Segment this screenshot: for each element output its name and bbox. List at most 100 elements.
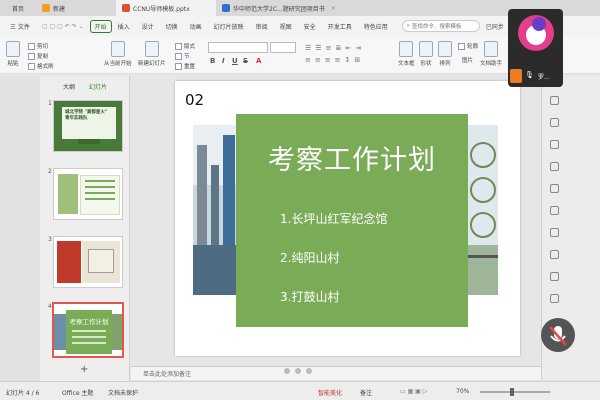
sync-status[interactable]: 已同步 [486, 22, 504, 31]
outline-label: 轮廓 [467, 44, 479, 50]
slide-nav-dots[interactable] [284, 368, 312, 374]
paste-button[interactable]: 粘贴 [6, 41, 20, 67]
menu-item-view[interactable]: 视图 [274, 22, 298, 31]
add-slide-button[interactable]: + [80, 364, 88, 375]
arrange-icon [438, 41, 452, 57]
underline-button[interactable]: U [232, 57, 238, 65]
image-panel-icon[interactable] [550, 206, 559, 215]
tab-doc[interactable]: 华中师范大学2C...题研究团项目书 × [216, 0, 376, 16]
font-size-select[interactable] [270, 42, 296, 53]
copy-label: 复制 [37, 54, 49, 60]
smart-beautify-button[interactable]: 智能美化 [318, 388, 342, 397]
font-family-select[interactable] [208, 42, 268, 53]
toolbar-icons[interactable]: ▢ ▢ ▢ ↶ ↷ ⌄ [36, 23, 90, 30]
cut-button[interactable]: 剪切 [28, 42, 48, 50]
nav-dot[interactable] [306, 368, 312, 374]
copy-button[interactable]: 复制 [28, 52, 48, 60]
section-button[interactable]: 节 [175, 52, 190, 60]
shape-button[interactable]: 形状 [419, 41, 433, 67]
doc-assistant-button[interactable]: 文档助手 [480, 41, 502, 67]
panel-tabs: 大纲 幻灯片 [40, 82, 130, 91]
close-icon[interactable]: × [331, 5, 336, 12]
thumb4-title: 考察工作计划 [69, 318, 109, 326]
slide-thumbnail-3[interactable] [53, 236, 123, 288]
play-icon [110, 41, 125, 57]
shape-panel-icon[interactable] [550, 184, 559, 193]
reset-label: 重置 [184, 64, 196, 70]
new-slide-button[interactable]: 新建幻灯片 [138, 41, 166, 67]
doc-protect-status[interactable]: 文档未保护 [108, 388, 138, 397]
menu-item-transition[interactable]: 切换 [160, 22, 184, 31]
paragraph-tools[interactable]: ☰ ☰ ≡ ≣ ⇤ ⇥ ≡ ≡ ≡ ≡ ↕ ⊞ [305, 44, 395, 68]
zoom-level[interactable]: 70% [456, 388, 469, 395]
muted-mic-button[interactable] [541, 318, 575, 352]
video-call-window[interactable]: 🎙 罗... [508, 9, 563, 87]
menu-item-animation[interactable]: 动画 [184, 22, 208, 31]
menu-item-security[interactable]: 安全 [298, 22, 322, 31]
participant-name: 罗... [538, 74, 550, 81]
menu-item-developer[interactable]: 开发工具 [322, 22, 358, 31]
copy-icon [28, 52, 35, 60]
menu-item-slideshow[interactable]: 幻灯片放映 [208, 22, 250, 31]
slide-title[interactable]: 考察工作计划 [236, 138, 468, 177]
nav-dot[interactable] [295, 368, 301, 374]
help-icon[interactable] [550, 294, 559, 303]
slide-thumbnail-2[interactable] [53, 168, 123, 220]
outline-button[interactable]: 轮廓 [458, 42, 478, 50]
bold-button[interactable]: B [210, 57, 215, 65]
mic-icon[interactable]: 🎙 [525, 71, 534, 79]
menu-item-review[interactable]: 审阅 [250, 22, 274, 31]
view-mode-icons[interactable]: ▭ ▦ ▣ ▷ [400, 388, 427, 395]
notes-toggle[interactable]: 备注 [360, 388, 372, 397]
menu-item-insert[interactable]: 插入 [112, 22, 136, 31]
thumb-number: 2 [48, 168, 52, 175]
nav-dot[interactable] [284, 368, 290, 374]
shape-label: 形状 [420, 61, 432, 67]
animation-icon[interactable] [550, 140, 559, 149]
plan-item-2[interactable]: 2.纯阳山村 [280, 249, 339, 266]
slide-thumbnail-1[interactable]: 城北学院 "高都星火" 青年实践队 [53, 100, 123, 152]
slide-thumbnail-4[interactable]: 考察工作计划 [52, 302, 124, 358]
plan-item-3[interactable]: 3.打鼓山村 [280, 288, 339, 305]
notes-pane[interactable]: 单击此处添加备注 [131, 366, 541, 380]
thumb2-list [80, 175, 120, 215]
menu-item-design[interactable]: 设计 [136, 22, 160, 31]
textbox-button[interactable]: 文本框 [398, 41, 415, 67]
current-slide[interactable]: 02 考察工作计划 1.长坪山红军纪念馆 2.纯阳山村 3.打鼓山村 [175, 81, 520, 356]
plan-item-1[interactable]: 1.长坪山红军纪念馆 [280, 210, 387, 227]
italic-button[interactable]: I [222, 57, 225, 65]
picture-button[interactable]: 图片 [462, 56, 473, 64]
menu-item-home[interactable]: 开始 [89, 19, 112, 33]
slide-thumbnail-panel: 大纲 幻灯片 1 城北学院 "高都星火" 青年实践队 2 3 4 考察工作计划 [40, 76, 130, 386]
backup-icon[interactable] [550, 228, 559, 237]
arrange-button[interactable]: 排列 [438, 41, 452, 67]
style-icon[interactable] [550, 118, 559, 127]
share-icon[interactable] [550, 272, 559, 281]
reset-icon [175, 62, 182, 70]
reset-button[interactable]: 重置 [175, 62, 195, 70]
layout-button[interactable]: 版式 [175, 42, 195, 50]
tab-outline[interactable]: 大纲 [63, 82, 75, 91]
tab-new[interactable]: 新建 [36, 0, 116, 16]
format-painter-button[interactable]: 格式刷 [28, 62, 54, 70]
template-icon[interactable] [550, 162, 559, 171]
slide-number-label[interactable]: 02 [185, 91, 204, 109]
properties-icon[interactable] [550, 96, 559, 105]
command-search-input[interactable]: ⌕ 查找命令、搜索模板 [401, 20, 480, 32]
tab-pptx[interactable]: CCNU导师模板.pptx [116, 0, 216, 16]
avatar [518, 15, 554, 51]
left-photo[interactable] [193, 125, 238, 295]
file-menu[interactable]: 三 文件 [4, 22, 36, 31]
zoom-slider[interactable] [480, 388, 550, 396]
strike-button[interactable]: S [243, 57, 248, 65]
right-photo[interactable] [468, 125, 498, 295]
from-current-button[interactable]: 从当前开始 [104, 41, 132, 67]
transition-icon[interactable] [550, 250, 559, 259]
menu-item-features[interactable]: 特色应用 [358, 22, 394, 31]
font-color-button[interactable]: A [256, 57, 261, 65]
outline-icon [458, 42, 465, 50]
home-tab[interactable]: 首页 [0, 0, 36, 16]
zoom-slider-handle[interactable] [510, 388, 514, 396]
tab-slides[interactable]: 幻灯片 [89, 82, 107, 91]
title-content-box[interactable]: 考察工作计划 1.长坪山红军纪念馆 2.纯阳山村 3.打鼓山村 [236, 114, 468, 327]
